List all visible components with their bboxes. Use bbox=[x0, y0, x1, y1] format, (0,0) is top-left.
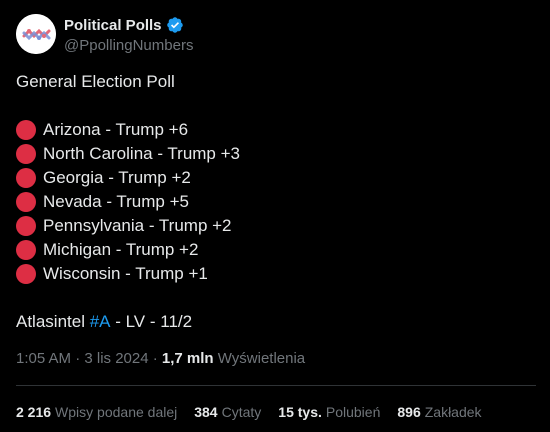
list-item: Arizona - Trump +6 bbox=[16, 118, 536, 142]
list-item: Georgia - Trump +2 bbox=[16, 166, 536, 190]
poll-result-text: Arizona - Trump +6 bbox=[43, 120, 189, 139]
quotes-stat[interactable]: 384 Cytaty bbox=[194, 404, 261, 420]
list-item: Wisconsin - Trump +1 bbox=[16, 262, 536, 286]
handle[interactable]: @PpollingNumbers bbox=[64, 37, 193, 54]
post-meta: 1:05 AM · 3 lis 2024 · 1,7 mln Wyświetle… bbox=[16, 350, 305, 367]
reposts-stat[interactable]: 2 216 Wpisy podane dalej bbox=[16, 404, 177, 420]
red-circle-icon bbox=[16, 240, 36, 260]
quotes-count: 384 bbox=[194, 404, 218, 420]
reposts-label: Wpisy podane dalej bbox=[55, 404, 178, 420]
quotes-label: Cytaty bbox=[221, 404, 262, 420]
avatar[interactable] bbox=[16, 14, 56, 54]
red-circle-icon bbox=[16, 264, 36, 284]
reposts-count: 2 216 bbox=[16, 404, 52, 420]
poll-source: Atlasintel #A - LV - 11/2 bbox=[16, 310, 536, 334]
verified-badge-icon[interactable] bbox=[166, 16, 184, 34]
list-item: Pennsylvania - Trump +2 bbox=[16, 214, 536, 238]
red-circle-icon bbox=[16, 192, 36, 212]
likes-count: 15 tys. bbox=[278, 404, 322, 420]
list-item: Nevada - Trump +5 bbox=[16, 190, 536, 214]
poll-result-text: Georgia - Trump +2 bbox=[43, 168, 191, 187]
poll-result-text: Nevada - Trump +5 bbox=[43, 192, 189, 211]
display-name[interactable]: Political Polls bbox=[64, 17, 162, 34]
bookmarks-count: 896 bbox=[397, 404, 421, 420]
post-title: General Election Poll bbox=[16, 72, 175, 91]
poll-result-text: Michigan - Trump +2 bbox=[43, 240, 199, 259]
views-label: Wyświetlenia bbox=[213, 350, 306, 367]
red-circle-icon bbox=[16, 216, 36, 236]
list-item: Michigan - Trump +2 bbox=[16, 238, 536, 262]
source-suffix: - LV - 11/2 bbox=[110, 312, 193, 331]
bookmarks-label: Zakładek bbox=[424, 404, 482, 420]
red-circle-icon bbox=[16, 120, 36, 140]
logo-icon bbox=[16, 14, 56, 54]
likes-label: Polubień bbox=[325, 404, 381, 420]
red-circle-icon bbox=[16, 144, 36, 164]
poll-result-text: Wisconsin - Trump +1 bbox=[43, 264, 208, 283]
post-header: Political Polls @PpollingNumbers bbox=[16, 14, 536, 58]
bookmarks-stat[interactable]: 896 Zakładek bbox=[397, 404, 481, 420]
source-prefix: Atlasintel bbox=[16, 312, 90, 331]
list-item: North Carolina - Trump +3 bbox=[16, 142, 536, 166]
post-body: General Election Poll Arizona - Trump +6… bbox=[16, 70, 536, 334]
engagement-stats: 2 216 Wpisy podane dalej 384 Cytaty 15 tys… bbox=[16, 404, 482, 420]
hashtag-link[interactable]: #A bbox=[90, 310, 111, 334]
divider bbox=[16, 385, 536, 386]
poll-result-text: Pennsylvania - Trump +2 bbox=[43, 216, 232, 235]
red-circle-icon bbox=[16, 168, 36, 188]
poll-result-text: North Carolina - Trump +3 bbox=[43, 144, 240, 163]
views-count: 1,7 mln bbox=[161, 350, 214, 367]
likes-stat[interactable]: 15 tys. Polubień bbox=[278, 404, 380, 420]
timestamp[interactable]: 1:05 AM · 3 lis 2024 · bbox=[16, 350, 162, 367]
